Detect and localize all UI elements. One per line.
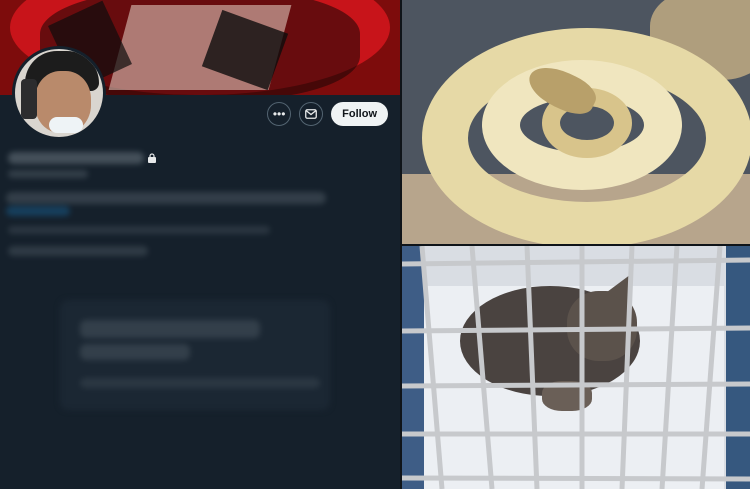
crate-bars	[402, 246, 750, 489]
bio-redacted-2	[6, 206, 70, 216]
more-button[interactable]: •••	[267, 102, 292, 126]
profile-actions: ••• Follow	[267, 102, 388, 126]
meta-redacted	[8, 226, 270, 234]
username-redacted	[8, 170, 88, 178]
follow-button[interactable]: Follow	[331, 102, 388, 126]
notice-title-redacted-2	[80, 344, 190, 360]
envelope-icon	[305, 109, 318, 119]
notice-title-redacted	[80, 320, 260, 338]
more-icon: •••	[272, 107, 286, 121]
avatar[interactable]	[12, 46, 106, 140]
profile-panel: ••• Follow	[0, 0, 400, 489]
display-name-redacted	[8, 152, 144, 164]
lock-icon	[148, 153, 156, 163]
bio-redacted-1	[6, 192, 326, 204]
follow-counts-redacted	[8, 246, 148, 256]
python-snake-photo	[402, 0, 750, 244]
kitten-in-crate-photo	[402, 246, 750, 489]
message-button[interactable]	[299, 102, 324, 126]
notice-body-redacted	[80, 378, 320, 388]
collage: ••• Follow	[0, 0, 750, 489]
